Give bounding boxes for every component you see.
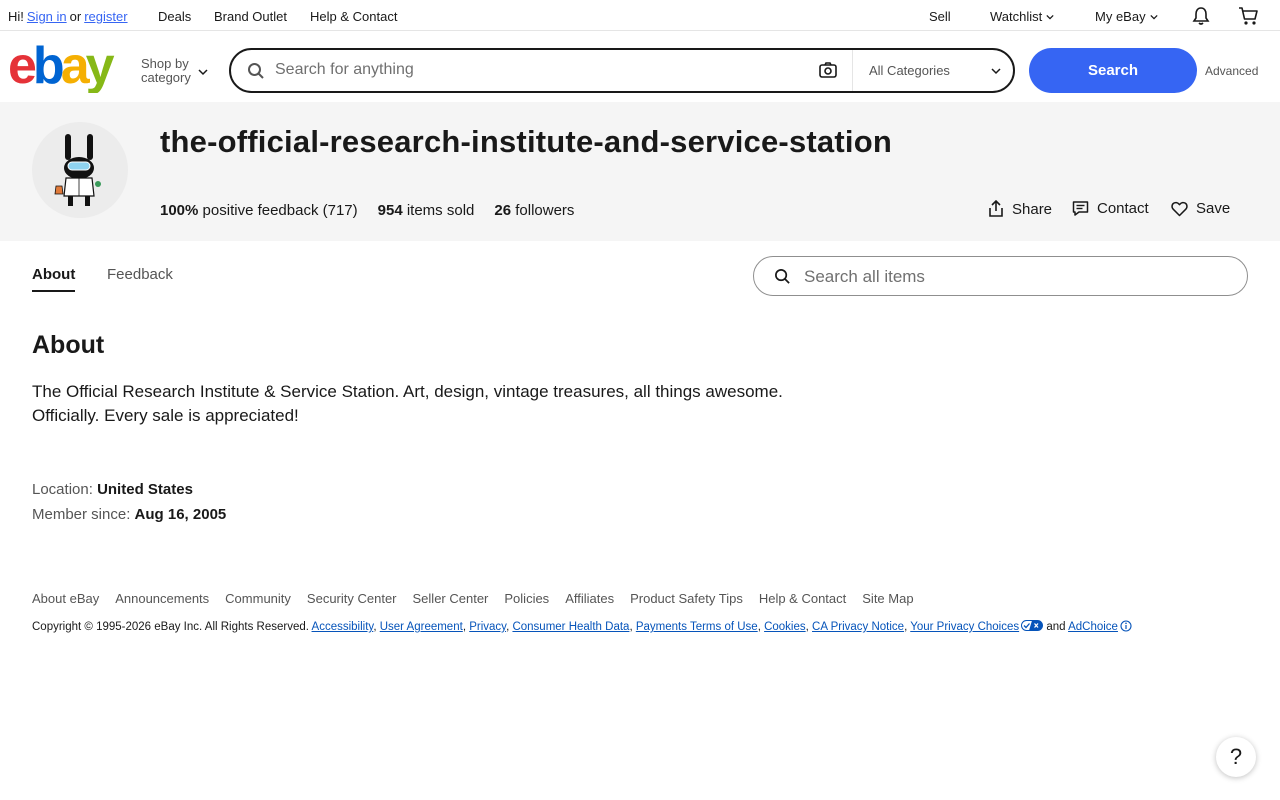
save-seller-button[interactable]: Save xyxy=(1171,200,1230,217)
tab-about[interactable]: About xyxy=(32,266,76,292)
followers-stat: 26 followers xyxy=(494,202,574,219)
greeting-text: Hi! xyxy=(8,9,24,24)
chevron-down-icon xyxy=(991,68,1001,75)
footer-link[interactable]: Announcements xyxy=(115,591,209,606)
legal-link-privacy-choices[interactable]: Your Privacy Choices xyxy=(910,621,1019,633)
location-info: Location: United States xyxy=(32,481,193,498)
chevron-down-icon xyxy=(1149,14,1158,19)
my-ebay-label: My eBay xyxy=(1095,9,1146,24)
legal-link-consumer-health[interactable]: Consumer Health Data xyxy=(512,621,629,633)
member-since-info: Member since: Aug 16, 2005 xyxy=(32,506,226,523)
items-sold-stat: 954 items sold xyxy=(378,202,475,219)
advanced-search-link[interactable]: Advanced xyxy=(1205,64,1258,78)
footer-link[interactable]: Help & Contact xyxy=(759,591,846,606)
shop-by-line2: category xyxy=(141,70,191,85)
location-value: United States xyxy=(97,481,193,498)
tab-feedback[interactable]: Feedback xyxy=(107,266,173,283)
help-button[interactable]: ? xyxy=(1216,737,1256,777)
footer-link[interactable]: Site Map xyxy=(862,591,913,606)
about-description-line1: The Official Research Institute & Servic… xyxy=(32,382,783,401)
about-description-line2: Officially. Every sale is appreciated! xyxy=(32,406,299,425)
store-stats: 100% positive feedback (717) 954 items s… xyxy=(160,202,574,219)
items-sold-count: 954 xyxy=(377,202,403,219)
camera-icon[interactable] xyxy=(819,62,837,78)
legal-link-accessibility[interactable]: Accessibility xyxy=(312,621,374,633)
chevron-down-icon xyxy=(198,69,208,76)
footer-link[interactable]: Policies xyxy=(504,591,549,606)
feedback-stat[interactable]: 100% positive feedback (717) xyxy=(160,202,358,219)
store-avatar[interactable] xyxy=(32,122,128,218)
share-icon xyxy=(989,200,1003,217)
feedback-label: positive feedback (717) xyxy=(202,202,358,219)
sell-link[interactable]: Sell xyxy=(929,9,951,24)
legal-link-ca-privacy[interactable]: CA Privacy Notice xyxy=(812,621,904,633)
footer-link[interactable]: Security Center xyxy=(307,591,397,606)
chevron-down-icon xyxy=(1046,14,1054,19)
bunny-scientist-logo xyxy=(54,134,101,206)
legal-link-cookies[interactable]: Cookies xyxy=(764,621,806,633)
footer-link[interactable]: Community xyxy=(225,591,291,606)
feedback-percent: 100% xyxy=(160,202,199,219)
contact-button[interactable]: Contact xyxy=(1072,200,1149,217)
header: ebay Shop by category Search for anythin… xyxy=(0,31,1280,102)
shop-by-category-button[interactable]: Shop by category xyxy=(141,57,191,85)
store-search-box: Search all items xyxy=(753,256,1248,296)
register-link[interactable]: register xyxy=(84,9,127,24)
legal-link-adchoice[interactable]: AdChoice xyxy=(1068,621,1118,633)
sell-label: Sell xyxy=(929,9,951,24)
legal-link-payments-terms[interactable]: Payments Terms of Use xyxy=(636,621,758,633)
category-select[interactable]: All Categories xyxy=(869,63,950,78)
footer-link[interactable]: Product Safety Tips xyxy=(630,591,743,606)
legal-link-privacy[interactable]: Privacy xyxy=(469,621,506,633)
save-label: Save xyxy=(1196,200,1231,217)
deals-link[interactable]: Deals xyxy=(158,9,191,24)
copyright-text: Copyright © 1995-2026 eBay Inc. All Righ… xyxy=(32,621,309,633)
search-icon xyxy=(775,269,790,284)
message-icon xyxy=(1072,201,1089,216)
brand-outlet-link[interactable]: Brand Outlet xyxy=(214,9,287,24)
and-text: and xyxy=(1046,621,1066,633)
watchlist-menu[interactable]: Watchlist xyxy=(990,9,1054,24)
contact-label: Contact xyxy=(1097,200,1149,217)
top-bar: Hi! Sign in or register Deals Brand Outl… xyxy=(0,0,1280,31)
watchlist-label: Watchlist xyxy=(990,9,1043,24)
footer-links: About eBay Announcements Community Secur… xyxy=(32,591,914,606)
bell-icon[interactable] xyxy=(1191,6,1211,26)
store-banner: the-official-research-institute-and-serv… xyxy=(0,102,1280,241)
main-search-box: Search for anything All Categories xyxy=(229,48,1015,93)
store-search-input[interactable]: Search all items xyxy=(804,267,925,287)
member-since-label: Member since: xyxy=(32,506,131,523)
svg-text:ebay: ebay xyxy=(8,43,115,93)
footer-link[interactable]: Seller Center xyxy=(413,591,489,606)
location-label: Location: xyxy=(32,481,93,498)
share-button[interactable]: Share xyxy=(988,200,1052,218)
member-since-value: Aug 16, 2005 xyxy=(134,506,227,523)
or-text: or xyxy=(69,9,82,24)
help-contact-link[interactable]: Help & Contact xyxy=(310,9,397,24)
followers-count: 26 xyxy=(494,202,512,219)
share-label: Share xyxy=(1012,200,1053,218)
sign-in-link[interactable]: Sign in xyxy=(27,9,67,24)
search-divider xyxy=(852,50,853,91)
legal-link-user-agreement[interactable]: User Agreement xyxy=(380,621,463,633)
shop-by-line1: Shop by xyxy=(141,56,189,71)
footer-link[interactable]: About eBay xyxy=(32,591,99,606)
about-heading: About xyxy=(32,331,105,359)
heart-icon xyxy=(1171,201,1188,216)
greeting: Hi! Sign in or register xyxy=(8,9,128,24)
my-ebay-menu[interactable]: My eBay xyxy=(1095,9,1158,24)
privacy-choices-icon xyxy=(1021,620,1044,631)
footer-link[interactable]: Affiliates xyxy=(565,591,614,606)
store-name: the-official-research-institute-and-serv… xyxy=(160,124,892,159)
about-description: The Official Research Institute & Servic… xyxy=(32,380,802,428)
items-sold-label: items sold xyxy=(406,202,475,219)
copyright: Copyright © 1995-2026 eBay Inc. All Righ… xyxy=(32,620,1132,633)
search-button[interactable]: Search xyxy=(1029,48,1197,93)
search-icon xyxy=(248,63,264,79)
followers-label: followers xyxy=(515,202,575,219)
info-icon xyxy=(1120,620,1132,632)
main-search-input[interactable]: Search for anything xyxy=(275,61,414,79)
ebay-logo[interactable]: ebay xyxy=(8,43,126,93)
cart-icon[interactable] xyxy=(1238,6,1260,26)
